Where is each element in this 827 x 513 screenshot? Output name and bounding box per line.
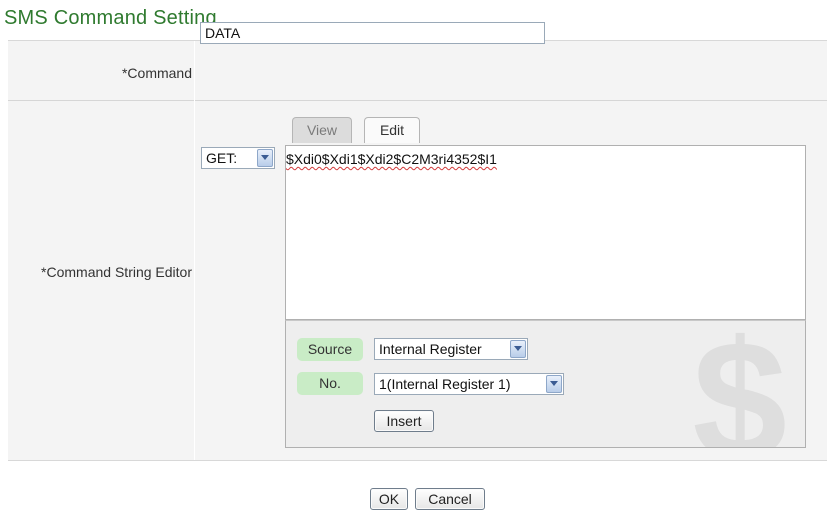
chevron-down-icon bbox=[257, 149, 273, 167]
dollar-watermark-icon: $ bbox=[692, 320, 787, 448]
insert-button[interactable]: Insert bbox=[374, 410, 434, 432]
page-title: SMS Command Setting bbox=[4, 7, 217, 29]
method-select[interactable]: GET: bbox=[201, 147, 275, 169]
ok-button[interactable]: OK bbox=[370, 488, 408, 510]
footer-divider bbox=[8, 460, 827, 461]
command-string-text: $Xdi0$Xdi1$Xdi2$C2M3ri4352$I1 bbox=[286, 151, 497, 167]
tab-view[interactable]: View bbox=[292, 117, 352, 143]
command-input[interactable] bbox=[200, 22, 545, 44]
source-label: Source bbox=[297, 338, 363, 361]
register-no-select-value: 1(Internal Register 1) bbox=[379, 376, 511, 392]
command-label: *Command bbox=[121, 65, 192, 81]
command-string-textarea[interactable] bbox=[285, 145, 806, 320]
tab-edit[interactable]: Edit bbox=[364, 117, 420, 143]
cancel-button[interactable]: Cancel bbox=[415, 488, 485, 510]
no-label: No. bbox=[297, 372, 363, 395]
method-select-value: GET: bbox=[206, 150, 238, 166]
source-select-value: Internal Register bbox=[379, 341, 482, 357]
command-string-editor-label: *Command String Editor bbox=[41, 264, 192, 280]
register-no-select[interactable]: 1(Internal Register 1) bbox=[374, 373, 564, 395]
chevron-down-icon bbox=[546, 375, 562, 393]
source-select[interactable]: Internal Register bbox=[374, 338, 528, 360]
column-divider bbox=[194, 41, 195, 461]
chevron-down-icon bbox=[510, 340, 526, 358]
